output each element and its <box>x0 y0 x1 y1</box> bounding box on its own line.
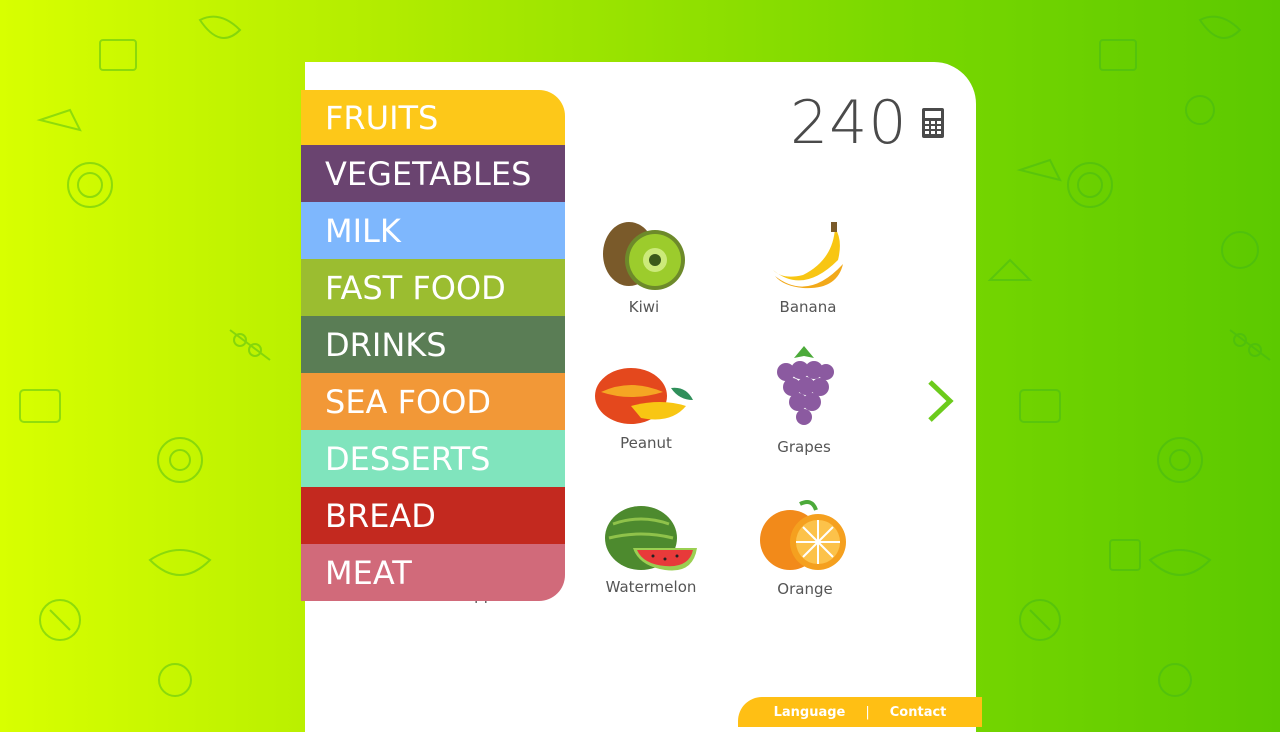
product-label: Peanut <box>620 434 672 452</box>
next-arrow-icon[interactable] <box>922 378 958 424</box>
calculator-icon[interactable] <box>921 108 944 138</box>
footer-separator: | <box>865 704 870 720</box>
menu-item-label: MILK <box>325 211 401 250</box>
menu-item-desserts[interactable]: DESSERTS <box>301 430 565 487</box>
menu-item-label: BREAD <box>325 496 436 535</box>
product-label: Orange <box>777 580 833 598</box>
product-label: Banana <box>779 298 837 316</box>
menu-item-vegetables[interactable]: VEGETABLES <box>301 145 565 202</box>
menu-item-label: FAST FOOD <box>325 268 506 307</box>
menu-item-drinks[interactable]: DRINKS <box>301 316 565 373</box>
menu-item-label: DRINKS <box>325 325 447 364</box>
menu-item-bread[interactable]: BREAD <box>301 487 565 544</box>
mango-icon <box>595 368 693 424</box>
kiwi-icon <box>603 222 685 290</box>
product-label: Grapes <box>777 438 831 456</box>
menu-item-label: SEA FOOD <box>325 382 492 421</box>
product-peanut[interactable]: Peanut <box>571 358 721 452</box>
product-label: Kiwi <box>628 298 660 316</box>
orange-icon <box>760 500 846 570</box>
product-kiwi[interactable]: Kiwi <box>569 220 719 316</box>
counter-value: 240 <box>790 88 908 158</box>
product-orange[interactable]: Orange <box>730 500 880 598</box>
contact-link[interactable]: Contact <box>890 705 947 720</box>
language-link[interactable]: Language <box>774 705 846 720</box>
grapes-icon <box>777 346 834 425</box>
menu-item-sea-food[interactable]: SEA FOOD <box>301 373 565 430</box>
counter: 240 <box>790 88 944 158</box>
menu-item-label: VEGETABLES <box>325 154 532 193</box>
watermelon-icon <box>605 506 697 571</box>
footer-bar: Language | Contact <box>738 697 982 727</box>
category-menu: FRUITS VEGETABLES MILK FAST FOOD DRINKS … <box>301 90 565 601</box>
product-label: Watermelon <box>605 578 697 596</box>
menu-item-label: DESSERTS <box>325 439 491 478</box>
product-watermelon[interactable]: Watermelon <box>576 504 726 596</box>
menu-item-label: MEAT <box>325 553 412 592</box>
menu-item-meat[interactable]: MEAT <box>301 544 565 601</box>
banana-icon <box>773 222 843 289</box>
menu-item-label: FRUITS <box>325 98 439 137</box>
menu-item-milk[interactable]: MILK <box>301 202 565 259</box>
product-grapes[interactable]: Grapes <box>729 342 879 456</box>
menu-item-fruits[interactable]: FRUITS <box>301 90 565 145</box>
product-banana[interactable]: Banana <box>733 220 883 316</box>
menu-item-fast-food[interactable]: FAST FOOD <box>301 259 565 316</box>
